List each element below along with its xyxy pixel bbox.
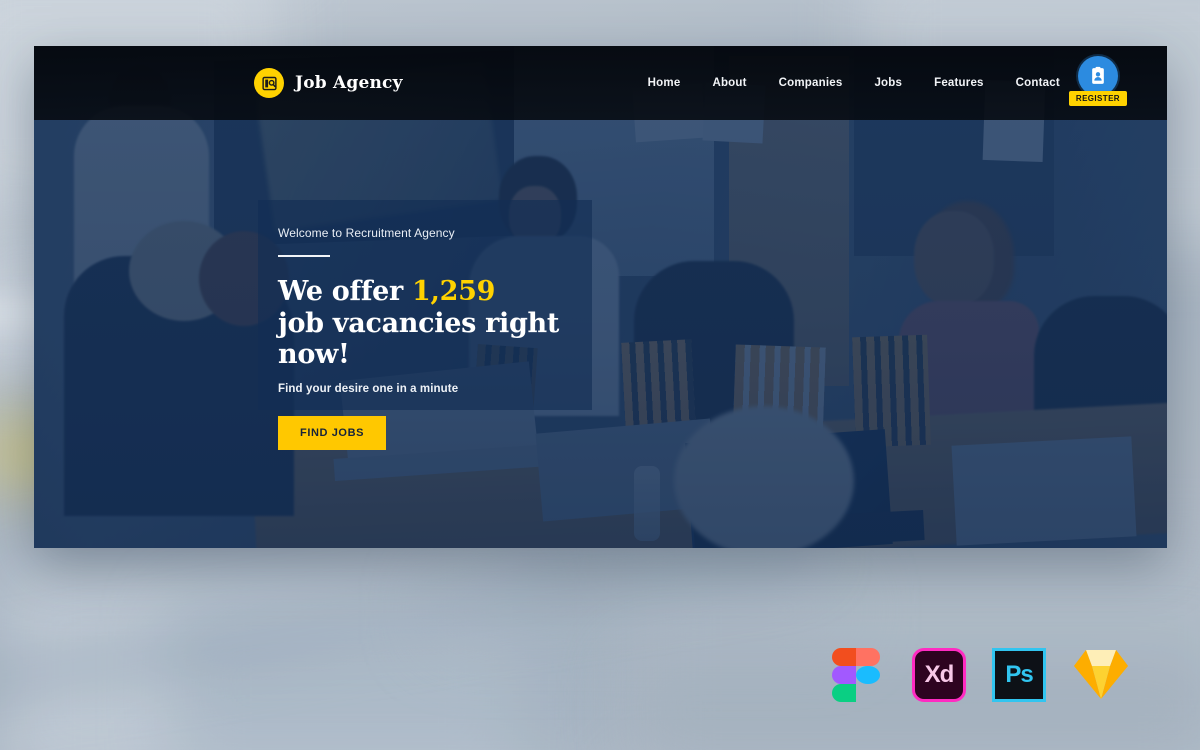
register-control[interactable]: REGISTER — [1068, 56, 1127, 106]
nav-item-home[interactable]: Home — [648, 77, 681, 89]
id-card-icon — [1077, 56, 1118, 96]
brand-name: Job Agency — [295, 73, 403, 93]
hero-divider — [278, 255, 330, 257]
hero-title-line2: job vacancies right now! — [278, 307, 560, 371]
hero-title-highlight: 1,259 — [412, 276, 496, 307]
adobe-xd-icon[interactable]: Xd — [912, 648, 966, 702]
design-tool-icons: Figma Xd Ps Sketch — [832, 648, 1130, 702]
job-search-icon — [254, 68, 284, 98]
nav-item-jobs[interactable]: Jobs — [874, 77, 902, 89]
hero-content-panel: Welcome to Recruitment Agency We offer 1… — [258, 200, 592, 450]
nav-item-features[interactable]: Features — [934, 77, 984, 89]
find-jobs-button[interactable]: FIND JOBS — [278, 415, 387, 450]
adobe-xd-label: Xd — [924, 661, 955, 688]
main-navigation: Home About Companies Jobs Features Conta… — [648, 77, 1060, 89]
hero-title-prefix: We offer — [278, 276, 413, 307]
site-header: Job Agency Home About Companies Jobs Fea… — [34, 46, 1167, 120]
register-button[interactable]: REGISTER — [1068, 91, 1127, 106]
hero-title: We offer 1,259 job vacancies right now! — [278, 276, 592, 371]
adobe-photoshop-icon[interactable]: Ps — [992, 648, 1046, 702]
nav-item-companies[interactable]: Companies — [779, 77, 843, 89]
nav-item-contact[interactable]: Contact — [1016, 77, 1060, 89]
nav-item-about[interactable]: About — [712, 77, 746, 89]
website-mockup: Job Agency Home About Companies Jobs Fea… — [34, 46, 1167, 548]
sketch-icon[interactable]: Sketch — [1072, 648, 1130, 702]
adobe-photoshop-label: Ps — [1005, 661, 1033, 688]
hero-subtitle: Find your desire one in a minute — [278, 382, 459, 395]
figma-icon[interactable]: Figma — [832, 648, 886, 702]
hero-eyebrow: Welcome to Recruitment Agency — [278, 226, 455, 240]
hero-blue-overlay-2 — [34, 46, 1167, 548]
brand-logo[interactable]: Job Agency — [254, 68, 403, 98]
